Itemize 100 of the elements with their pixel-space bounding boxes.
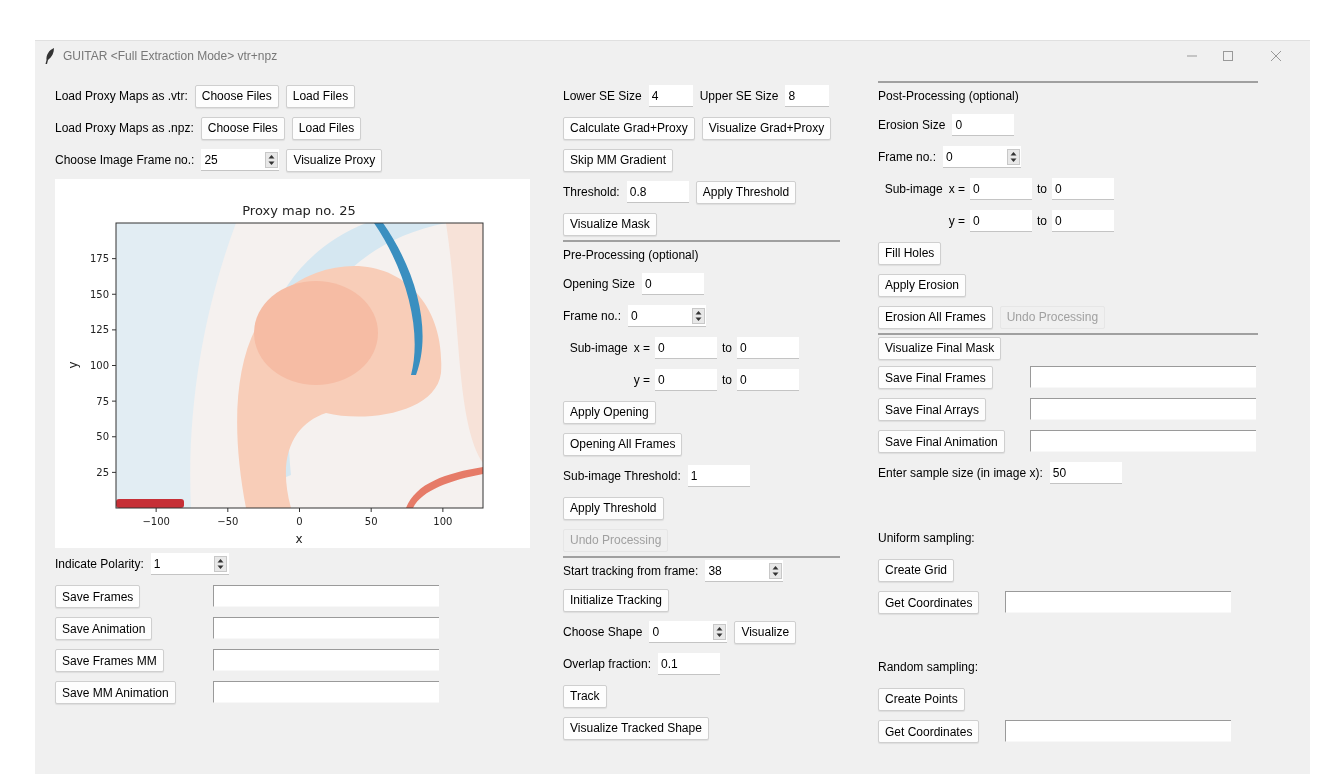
spin-arrows-icon[interactable] bbox=[264, 151, 278, 168]
field-label: Load Proxy Maps as .vtr: bbox=[55, 88, 188, 104]
text-field[interactable]: 0 bbox=[655, 337, 717, 359]
action-button[interactable]: Save Animation bbox=[55, 617, 153, 641]
text-field[interactable] bbox=[1005, 591, 1231, 613]
action-button[interactable]: Skip MM Gradient bbox=[563, 148, 674, 172]
spin-arrows-icon[interactable] bbox=[1006, 148, 1020, 165]
spin-box[interactable]: 0 bbox=[628, 305, 691, 327]
field-label: to bbox=[722, 340, 732, 356]
text-field[interactable]: 0 bbox=[952, 114, 1015, 136]
action-button[interactable]: Choose Files bbox=[194, 84, 279, 108]
field-label: Frame no.: bbox=[563, 308, 622, 324]
action-button[interactable]: Visualize Tracked Shape bbox=[563, 716, 709, 740]
text-field[interactable]: 0 bbox=[737, 369, 799, 391]
tick-label: 75 bbox=[96, 395, 109, 407]
spin-box[interactable]: 1 bbox=[150, 553, 213, 575]
feather-icon bbox=[45, 48, 55, 64]
spin-box[interactable]: 0 bbox=[649, 621, 712, 643]
text-field[interactable] bbox=[213, 585, 439, 607]
action-button[interactable]: Get Coordinates bbox=[878, 720, 980, 744]
field-label: Sub-image bbox=[884, 181, 943, 197]
text-field[interactable] bbox=[213, 681, 439, 703]
action-button[interactable]: Get Coordinates bbox=[878, 591, 980, 615]
field-label: y = bbox=[948, 213, 965, 229]
field-label: to bbox=[1037, 181, 1047, 197]
spin-box[interactable]: 25 bbox=[201, 149, 264, 171]
maximize-icon[interactable] bbox=[1222, 50, 1234, 62]
action-button[interactable]: Save MM Animation bbox=[55, 681, 176, 705]
spin-arrows-icon[interactable] bbox=[214, 555, 228, 572]
tick-label: 50 bbox=[96, 431, 109, 443]
action-button[interactable]: Erosion All Frames bbox=[878, 305, 993, 329]
action-button[interactable]: Visualize Proxy bbox=[286, 148, 383, 172]
field-label: x = bbox=[948, 181, 965, 197]
field-label: Overlap fraction: bbox=[563, 656, 652, 672]
action-button[interactable]: Load Files bbox=[291, 116, 362, 140]
action-button[interactable]: Save Frames bbox=[55, 585, 141, 609]
action-button[interactable]: Apply Opening bbox=[563, 400, 656, 424]
field-label: Load Proxy Maps as .npz: bbox=[55, 120, 194, 136]
field-label: Erosion Size bbox=[878, 117, 946, 133]
tick-label: 25 bbox=[96, 466, 109, 478]
text-field[interactable] bbox=[213, 649, 439, 671]
action-button[interactable]: Visualize Grad+Proxy bbox=[701, 116, 832, 140]
text-field[interactable]: 0 bbox=[655, 369, 717, 391]
tick-label: 0 bbox=[296, 516, 303, 527]
spin-box[interactable]: 0 bbox=[943, 146, 1006, 168]
field-label: Post-Processing (optional) bbox=[878, 88, 1019, 104]
action-button[interactable]: Apply Erosion bbox=[878, 273, 967, 297]
field-label: Pre-Processing (optional) bbox=[563, 247, 699, 263]
action-button[interactable]: Visualize bbox=[734, 620, 797, 644]
text-field[interactable] bbox=[1030, 398, 1256, 420]
text-field[interactable]: 0 bbox=[1052, 178, 1114, 200]
field-label: Sub-image Threshold: bbox=[563, 468, 681, 484]
action-button[interactable]: Opening All Frames bbox=[563, 432, 683, 456]
action-button[interactable]: Save Final Arrays bbox=[878, 398, 987, 422]
action-button[interactable]: Visualize Mask bbox=[563, 212, 657, 236]
axis-label: x bbox=[295, 532, 303, 546]
text-field[interactable]: 1 bbox=[687, 465, 750, 487]
action-button[interactable]: Fill Holes bbox=[878, 241, 942, 265]
action-button[interactable]: Create Points bbox=[878, 687, 965, 711]
action-button[interactable]: Create Grid bbox=[878, 558, 955, 582]
action-button[interactable]: Save Final Frames bbox=[878, 366, 993, 390]
field-label: Start tracking from frame: bbox=[563, 563, 699, 579]
action-button[interactable]: Apply Threshold bbox=[695, 180, 797, 204]
spin-arrows-icon[interactable] bbox=[691, 307, 705, 324]
tick-label: 100 bbox=[433, 516, 453, 527]
field-label: Upper SE Size bbox=[699, 88, 779, 104]
text-field[interactable]: 0 bbox=[970, 178, 1032, 200]
text-field[interactable]: 0.8 bbox=[626, 181, 689, 203]
field-label: Uniform sampling: bbox=[878, 530, 975, 546]
text-field[interactable]: 0.1 bbox=[658, 653, 721, 675]
action-button[interactable]: Choose Files bbox=[200, 116, 285, 140]
close-icon[interactable] bbox=[1270, 50, 1282, 62]
action-button[interactable]: Calculate Grad+Proxy bbox=[563, 116, 695, 140]
spin-arrows-icon[interactable] bbox=[768, 562, 782, 579]
action-button[interactable]: Save Frames MM bbox=[55, 649, 164, 673]
field-label: y = bbox=[633, 372, 650, 388]
tick-label: 50 bbox=[364, 516, 378, 527]
text-field[interactable]: 0 bbox=[642, 273, 705, 295]
text-field[interactable] bbox=[213, 617, 439, 639]
action-button[interactable]: Initialize Tracking bbox=[563, 588, 670, 612]
plot-title: Proxy map no. 25 bbox=[242, 203, 356, 218]
tick-label: −50 bbox=[217, 516, 239, 527]
action-button[interactable]: Apply Threshold bbox=[563, 496, 664, 520]
axis-label: y bbox=[66, 361, 80, 369]
text-field[interactable]: 0 bbox=[737, 337, 799, 359]
action-button[interactable]: Track bbox=[563, 684, 607, 708]
spin-box[interactable]: 38 bbox=[705, 560, 768, 582]
text-field[interactable]: 8 bbox=[785, 85, 830, 107]
text-field[interactable] bbox=[1030, 366, 1256, 388]
spin-arrows-icon[interactable] bbox=[712, 623, 726, 640]
text-field[interactable] bbox=[1030, 430, 1256, 452]
text-field[interactable]: 4 bbox=[648, 85, 693, 107]
text-field[interactable]: 50 bbox=[1049, 462, 1122, 484]
text-field[interactable]: 0 bbox=[970, 210, 1032, 232]
text-field[interactable] bbox=[1005, 720, 1231, 742]
action-button[interactable]: Save Final Animation bbox=[878, 430, 1005, 454]
text-field[interactable]: 0 bbox=[1052, 210, 1114, 232]
action-button[interactable]: Visualize Final Mask bbox=[878, 336, 1002, 360]
action-button[interactable]: Load Files bbox=[285, 84, 356, 108]
tick-label: 150 bbox=[89, 288, 109, 300]
